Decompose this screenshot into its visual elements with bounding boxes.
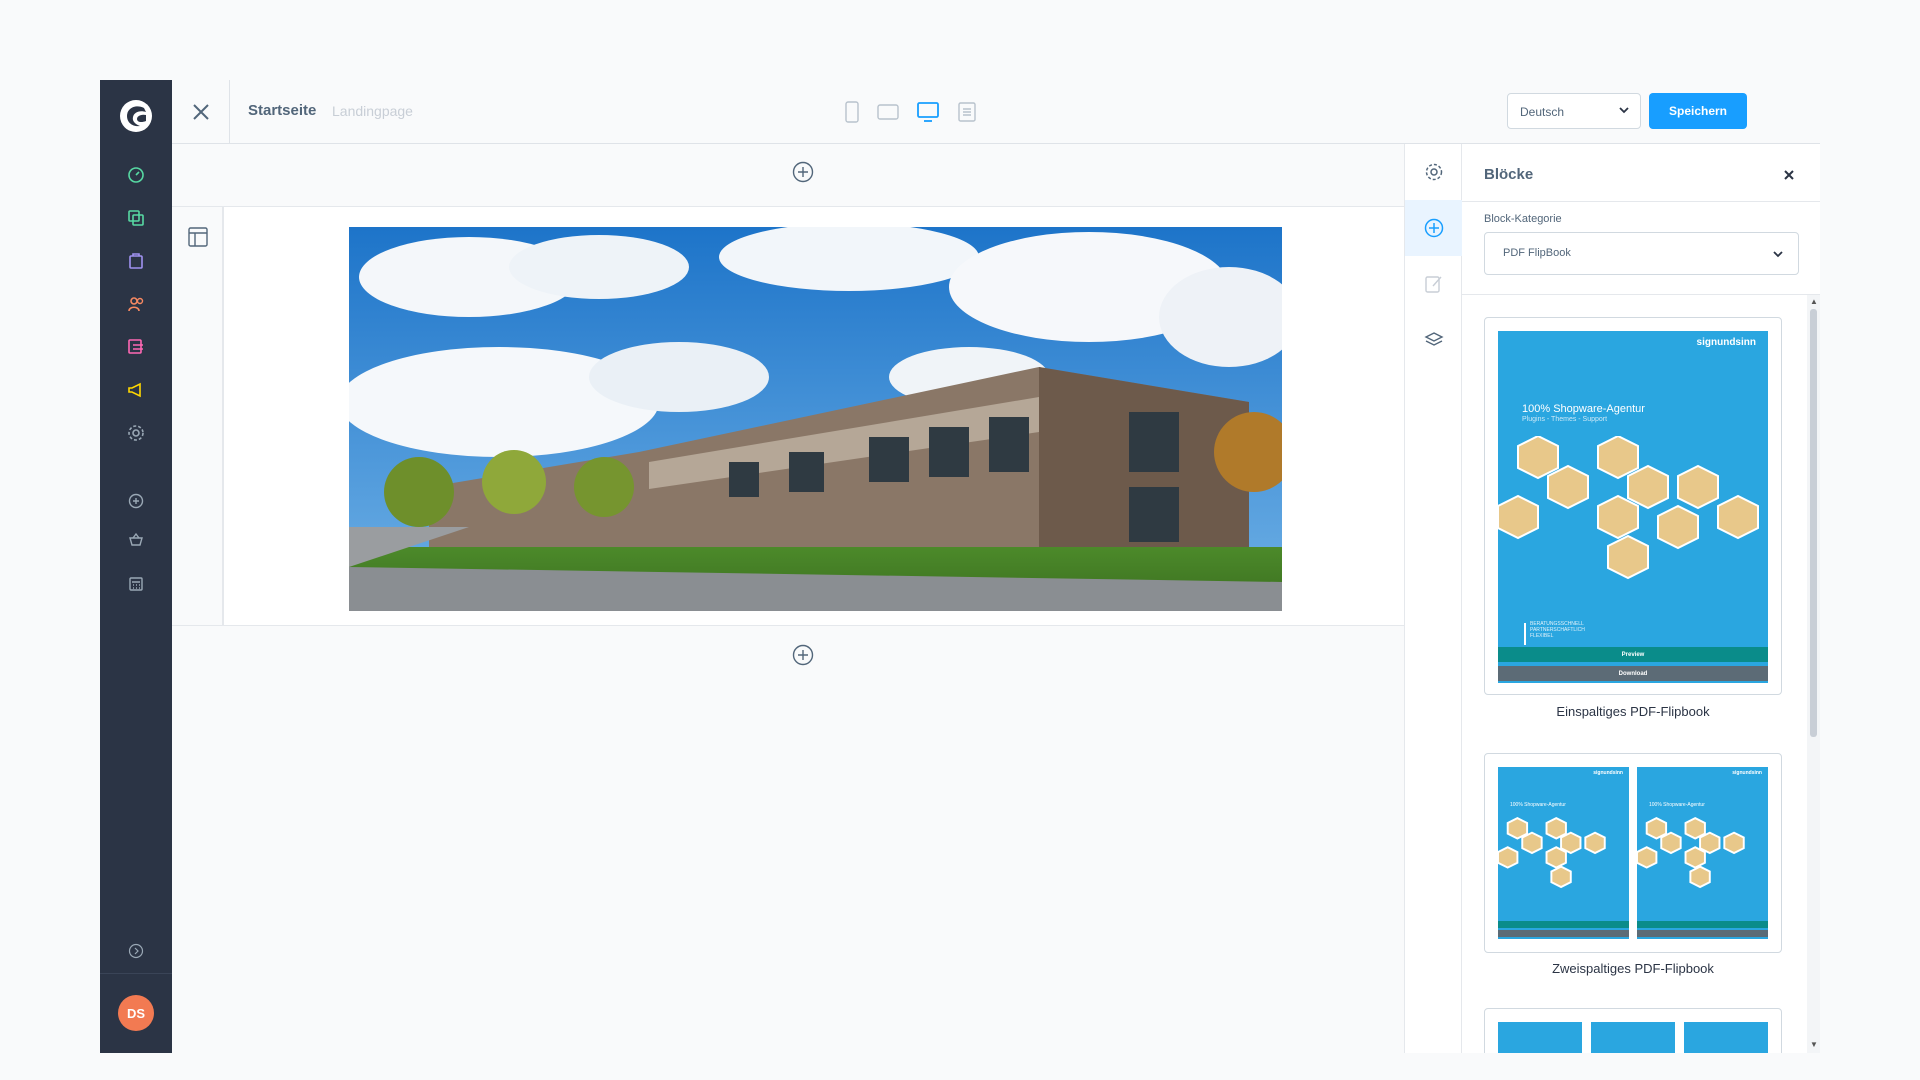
scroll-up-icon[interactable]: ▲ [1810, 297, 1818, 306]
content-section[interactable] [172, 206, 1404, 626]
preview-button-left [1498, 921, 1629, 928]
preview-headline-left: 100% Shopware-Agentur [1510, 802, 1566, 808]
preview-button: Preview [1498, 647, 1768, 662]
blocks-panel: Blöcke Block-Kategorie PDF FlipBook sign… [1462, 144, 1820, 1053]
add-extension-icon[interactable] [124, 489, 148, 513]
flipbook-preview-col2 [1591, 1022, 1675, 1053]
marketing-icon[interactable] [124, 378, 148, 402]
edit-block-icon[interactable] [1405, 256, 1462, 312]
block-category-label: Block-Kategorie [1484, 213, 1562, 225]
list-view-icon[interactable] [956, 100, 978, 124]
user-avatar[interactable]: DS [118, 995, 154, 1031]
orders-icon[interactable] [124, 249, 148, 273]
preview-footer: BERATUNGSSCHNELL PARTNERSCHAFTLICH FLEXI… [1530, 621, 1585, 639]
panel-header: Blöcke [1462, 144, 1820, 202]
block-list: signundsinn 100% Shopware-Agentur Plugin… [1462, 295, 1820, 1053]
close-editor-button[interactable] [172, 80, 230, 144]
block-label-double: Zweispaltiges PDF-Flipbook [1552, 961, 1714, 976]
preview-headline: 100% Shopware-Agentur [1522, 403, 1645, 415]
block-card-double[interactable]: signundsinn 100% Shopware-Agentur signun… [1484, 753, 1782, 953]
block-card-single[interactable]: signundsinn 100% Shopware-Agentur Plugin… [1484, 317, 1782, 695]
chevron-down-icon [1772, 248, 1784, 263]
page-settings-icon[interactable] [1405, 144, 1462, 200]
block-category-select[interactable]: PDF FlipBook [1484, 232, 1799, 275]
catalogues-icon[interactable] [124, 206, 148, 230]
chevron-down-icon [1618, 104, 1630, 119]
content-icon[interactable] [124, 335, 148, 359]
app-window: DS Startseite Landingpage Deutsch Speich… [100, 80, 1820, 1053]
tablet-view-icon[interactable] [876, 100, 900, 124]
preview-brand-right: signundsinn [1732, 770, 1762, 776]
page-type: Landingpage [332, 103, 413, 119]
panel-title: Blöcke [1484, 166, 1534, 183]
flipbook-preview: signundsinn 100% Shopware-Agentur Plugin… [1498, 331, 1768, 683]
download-button-right [1637, 930, 1768, 937]
block-category-value: PDF FlipBook [1503, 247, 1571, 259]
preview-brand: signundsinn [1696, 337, 1756, 348]
collapse-menu-icon[interactable] [124, 939, 148, 963]
page-canvas [172, 144, 1404, 1053]
block-card-triple[interactable] [1484, 1008, 1782, 1053]
calculator-icon[interactable] [124, 572, 148, 596]
dashboard-icon[interactable] [124, 163, 148, 187]
flipbook-preview-left: signundsinn 100% Shopware-Agentur [1498, 767, 1629, 939]
language-value: Deutsch [1520, 105, 1565, 119]
preview-accent-bar [1524, 623, 1526, 645]
mobile-view-icon[interactable] [844, 100, 860, 124]
settings-icon[interactable] [124, 421, 148, 445]
scroll-down-icon[interactable]: ▼ [1810, 1040, 1818, 1049]
download-button: Download [1498, 666, 1768, 681]
editor-topbar: Startseite Landingpage Deutsch Speichern [172, 80, 1820, 144]
flipbook-preview-col1 [1498, 1022, 1582, 1053]
preview-tagline: Plugins - Themes - Support [1522, 416, 1608, 423]
close-panel-icon[interactable] [1783, 168, 1795, 186]
save-button[interactable]: Speichern [1649, 93, 1747, 129]
shopware-logo-icon[interactable] [116, 96, 156, 136]
layers-icon[interactable] [1405, 312, 1462, 368]
store-basket-icon[interactable] [124, 528, 148, 552]
download-button-left [1498, 930, 1629, 937]
preview-button-right [1637, 921, 1768, 928]
flipbook-preview-col3 [1684, 1022, 1768, 1053]
preview-headline-right: 100% Shopware-Agentur [1649, 802, 1705, 808]
block-list-scrollbar[interactable]: ▲ ▼ [1807, 295, 1820, 1053]
desktop-view-icon[interactable] [916, 100, 940, 124]
sidebar-tab-bar [1404, 144, 1462, 1053]
flipbook-preview-right: signundsinn 100% Shopware-Agentur [1637, 767, 1768, 939]
nav-divider [100, 973, 172, 974]
customers-icon[interactable] [124, 292, 148, 316]
layout-icon[interactable] [188, 227, 208, 252]
language-select[interactable]: Deutsch [1507, 93, 1641, 129]
preview-brand-left: signundsinn [1593, 770, 1623, 776]
add-section-top-icon[interactable] [792, 161, 814, 188]
close-icon [192, 104, 209, 120]
add-blocks-icon[interactable] [1405, 200, 1462, 256]
block-label-single: Einspaltiges PDF-Flipbook [1556, 704, 1710, 719]
page-title: Startseite [248, 102, 317, 119]
main-navigation: DS [100, 80, 172, 1053]
device-switcher [844, 100, 978, 124]
add-section-bottom-icon[interactable] [792, 644, 814, 671]
section-settings-bar [172, 207, 224, 625]
hero-image[interactable] [349, 227, 1282, 611]
scroll-thumb[interactable] [1810, 309, 1817, 737]
